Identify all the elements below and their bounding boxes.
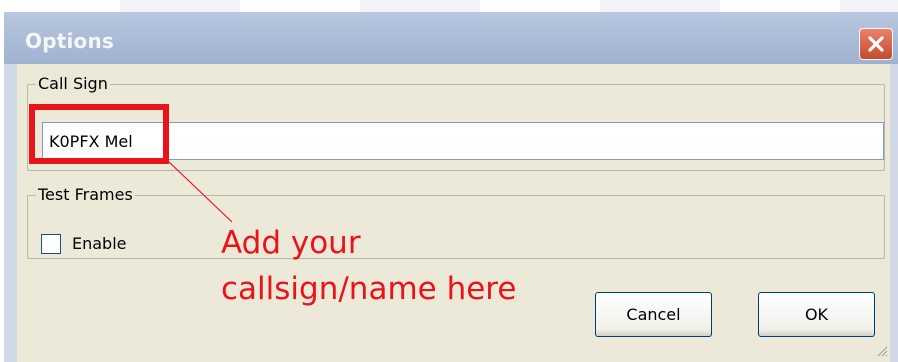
annotation-line-1: Add your bbox=[221, 225, 361, 261]
call-sign-legend: Call Sign bbox=[38, 74, 108, 93]
cancel-button[interactable]: Cancel bbox=[595, 292, 712, 337]
annotation-line-2: callsign/name here bbox=[221, 271, 517, 307]
title-bar[interactable]: Options bbox=[4, 12, 898, 64]
enable-label: Enable bbox=[72, 234, 127, 253]
close-button[interactable] bbox=[859, 28, 893, 60]
annotation-highlight-box bbox=[29, 104, 169, 164]
annotation-text: Add your callsign/name here bbox=[221, 220, 516, 312]
dialog-title: Options bbox=[25, 29, 115, 53]
ok-button[interactable]: OK bbox=[758, 292, 875, 337]
enable-checkbox[interactable] bbox=[41, 234, 61, 254]
resize-grip-icon[interactable] bbox=[876, 345, 888, 357]
test-frames-legend: Test Frames bbox=[38, 185, 133, 204]
close-icon bbox=[868, 36, 884, 52]
